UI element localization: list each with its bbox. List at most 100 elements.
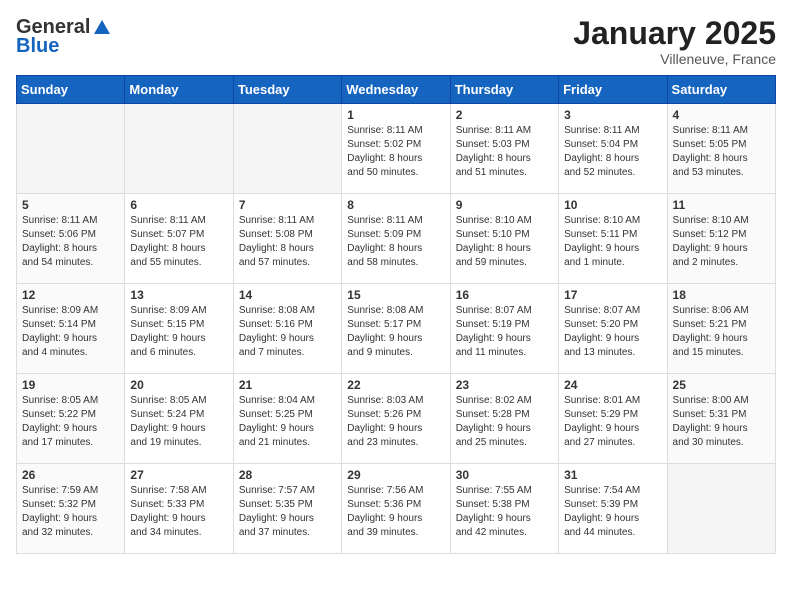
day-info: Sunrise: 7:56 AMSunset: 5:36 PMDaylight:… bbox=[347, 484, 444, 540]
weekday-header-friday: Friday bbox=[559, 76, 667, 104]
day-info: Sunrise: 7:57 AMSunset: 5:35 PMDaylight:… bbox=[239, 484, 336, 540]
weekday-header-row: SundayMondayTuesdayWednesdayThursdayFrid… bbox=[17, 76, 776, 104]
day-info: Sunrise: 7:59 AMSunset: 5:32 PMDaylight:… bbox=[22, 484, 119, 540]
day-number: 7 bbox=[239, 198, 336, 212]
day-number: 15 bbox=[347, 288, 444, 302]
calendar-cell: 14Sunrise: 8:08 AMSunset: 5:16 PMDayligh… bbox=[233, 284, 341, 374]
calendar-cell: 21 Sunrise: 8:04 AMSunset: 5:25 PMDayligh… bbox=[233, 374, 341, 464]
calendar-cell: 11 Sunrise: 8:10 AMSunset: 5:12 PMDayligh… bbox=[667, 194, 775, 284]
day-info: Sunrise: 8:06 AMSunset: 5:21 PMDaylight:… bbox=[673, 304, 770, 360]
calendar-cell: 10 Sunrise: 8:10 AMSunset: 5:11 PMDayligh… bbox=[559, 194, 667, 284]
day-info: Sunrise: 8:02 AMSunset: 5:28 PMDaylight:… bbox=[456, 394, 553, 450]
day-info: Sunrise: 8:08 AMSunset: 5:16 PMDaylight:… bbox=[239, 304, 336, 360]
weekday-header-saturday: Saturday bbox=[667, 76, 775, 104]
calendar-cell: 15 Sunrise: 8:08 AMSunset: 5:17 PMDayligh… bbox=[342, 284, 450, 374]
logo-blue-text: Blue bbox=[16, 35, 59, 58]
calendar-cell: 19 Sunrise: 8:05 AMSunset: 5:22 PMDayligh… bbox=[17, 374, 125, 464]
day-info: Sunrise: 8:04 AMSunset: 5:25 PMDaylight:… bbox=[239, 394, 336, 450]
day-info: Sunrise: 8:11 AMSunset: 5:04 PMDaylight:… bbox=[564, 124, 661, 180]
calendar-cell: 29 Sunrise: 7:56 AMSunset: 5:36 PMDayligh… bbox=[342, 464, 450, 554]
week-row-5: 26 Sunrise: 7:59 AMSunset: 5:32 PMDayligh… bbox=[17, 464, 776, 554]
day-info: Sunrise: 7:58 AMSunset: 5:33 PMDaylight:… bbox=[130, 484, 227, 540]
calendar-cell: 27 Sunrise: 7:58 AMSunset: 5:33 PMDayligh… bbox=[125, 464, 233, 554]
day-info: Sunrise: 8:11 AMSunset: 5:09 PMDaylight:… bbox=[347, 214, 444, 270]
calendar-cell bbox=[17, 104, 125, 194]
day-info: Sunrise: 8:01 AMSunset: 5:29 PMDaylight:… bbox=[564, 394, 661, 450]
week-row-4: 19 Sunrise: 8:05 AMSunset: 5:22 PMDayligh… bbox=[17, 374, 776, 464]
day-info: Sunrise: 8:10 AMSunset: 5:12 PMDaylight:… bbox=[673, 214, 770, 270]
day-number: 4 bbox=[673, 108, 770, 122]
calendar-cell: 28Sunrise: 7:57 AMSunset: 5:35 PMDayligh… bbox=[233, 464, 341, 554]
day-info: Sunrise: 8:11 AMSunset: 5:06 PMDaylight:… bbox=[22, 214, 119, 270]
calendar-cell: 2 Sunrise: 8:11 AMSunset: 5:03 PMDaylight… bbox=[450, 104, 558, 194]
calendar-cell: 1 Sunrise: 8:11 AMSunset: 5:02 PMDaylight… bbox=[342, 104, 450, 194]
calendar-table: SundayMondayTuesdayWednesdayThursdayFrid… bbox=[16, 75, 776, 554]
day-info: Sunrise: 7:54 AMSunset: 5:39 PMDaylight:… bbox=[564, 484, 661, 540]
calendar-cell: 16Sunrise: 8:07 AMSunset: 5:19 PMDayligh… bbox=[450, 284, 558, 374]
week-row-3: 12 Sunrise: 8:09 AMSunset: 5:14 PMDayligh… bbox=[17, 284, 776, 374]
day-number: 30 bbox=[456, 468, 553, 482]
weekday-header-thursday: Thursday bbox=[450, 76, 558, 104]
day-number: 9 bbox=[456, 198, 553, 212]
weekday-header-monday: Monday bbox=[125, 76, 233, 104]
day-info: Sunrise: 7:55 AMSunset: 5:38 PMDaylight:… bbox=[456, 484, 553, 540]
day-info: Sunrise: 8:08 AMSunset: 5:17 PMDaylight:… bbox=[347, 304, 444, 360]
calendar-cell: 9 Sunrise: 8:10 AMSunset: 5:10 PMDaylight… bbox=[450, 194, 558, 284]
calendar-cell: 26 Sunrise: 7:59 AMSunset: 5:32 PMDayligh… bbox=[17, 464, 125, 554]
calendar-cell: 31 Sunrise: 7:54 AMSunset: 5:39 PMDayligh… bbox=[559, 464, 667, 554]
calendar-cell: 13 Sunrise: 8:09 AMSunset: 5:15 PMDayligh… bbox=[125, 284, 233, 374]
day-info: Sunrise: 8:11 AMSunset: 5:02 PMDaylight:… bbox=[347, 124, 444, 180]
day-number: 26 bbox=[22, 468, 119, 482]
calendar-cell bbox=[233, 104, 341, 194]
day-number: 19 bbox=[22, 378, 119, 392]
calendar-cell: 20Sunrise: 8:05 AMSunset: 5:24 PMDayligh… bbox=[125, 374, 233, 464]
calendar-cell: 7 Sunrise: 8:11 AMSunset: 5:08 PMDaylight… bbox=[233, 194, 341, 284]
calendar-cell bbox=[667, 464, 775, 554]
calendar-cell: 12 Sunrise: 8:09 AMSunset: 5:14 PMDayligh… bbox=[17, 284, 125, 374]
day-info: Sunrise: 8:09 AMSunset: 5:14 PMDaylight:… bbox=[22, 304, 119, 360]
day-number: 13 bbox=[130, 288, 227, 302]
day-number: 1 bbox=[347, 108, 444, 122]
day-number: 5 bbox=[22, 198, 119, 212]
day-number: 29 bbox=[347, 468, 444, 482]
day-info: Sunrise: 8:11 AMSunset: 5:05 PMDaylight:… bbox=[673, 124, 770, 180]
day-info: Sunrise: 8:11 AMSunset: 5:07 PMDaylight:… bbox=[130, 214, 227, 270]
day-info: Sunrise: 8:03 AMSunset: 5:26 PMDaylight:… bbox=[347, 394, 444, 450]
weekday-header-sunday: Sunday bbox=[17, 76, 125, 104]
calendar-cell: 3Sunrise: 8:11 AMSunset: 5:04 PMDaylight… bbox=[559, 104, 667, 194]
day-number: 22 bbox=[347, 378, 444, 392]
day-number: 11 bbox=[673, 198, 770, 212]
day-number: 27 bbox=[130, 468, 227, 482]
weekday-header-wednesday: Wednesday bbox=[342, 76, 450, 104]
day-info: Sunrise: 8:05 AMSunset: 5:22 PMDaylight:… bbox=[22, 394, 119, 450]
calendar-cell: 25 Sunrise: 8:00 AMSunset: 5:31 PMDayligh… bbox=[667, 374, 775, 464]
page-header: General Blue January 2025 Villeneuve, Fr… bbox=[16, 16, 776, 67]
day-number: 6 bbox=[130, 198, 227, 212]
day-number: 12 bbox=[22, 288, 119, 302]
calendar-cell: 22 Sunrise: 8:03 AMSunset: 5:26 PMDayligh… bbox=[342, 374, 450, 464]
day-info: Sunrise: 8:09 AMSunset: 5:15 PMDaylight:… bbox=[130, 304, 227, 360]
day-info: Sunrise: 8:10 AMSunset: 5:11 PMDaylight:… bbox=[564, 214, 661, 270]
day-number: 8 bbox=[347, 198, 444, 212]
day-info: Sunrise: 8:00 AMSunset: 5:31 PMDaylight:… bbox=[673, 394, 770, 450]
calendar-cell: 23Sunrise: 8:02 AMSunset: 5:28 PMDayligh… bbox=[450, 374, 558, 464]
day-info: Sunrise: 8:07 AMSunset: 5:20 PMDaylight:… bbox=[564, 304, 661, 360]
day-number: 24 bbox=[564, 378, 661, 392]
day-info: Sunrise: 8:11 AMSunset: 5:08 PMDaylight:… bbox=[239, 214, 336, 270]
day-number: 16 bbox=[456, 288, 553, 302]
day-number: 31 bbox=[564, 468, 661, 482]
month-title: January 2025 bbox=[573, 16, 776, 51]
day-number: 10 bbox=[564, 198, 661, 212]
logo-icon bbox=[92, 18, 112, 38]
day-number: 2 bbox=[456, 108, 553, 122]
week-row-1: 1 Sunrise: 8:11 AMSunset: 5:02 PMDaylight… bbox=[17, 104, 776, 194]
day-number: 21 bbox=[239, 378, 336, 392]
day-info: Sunrise: 8:11 AMSunset: 5:03 PMDaylight:… bbox=[456, 124, 553, 180]
title-area: January 2025 Villeneuve, France bbox=[573, 16, 776, 67]
day-number: 17 bbox=[564, 288, 661, 302]
day-number: 25 bbox=[673, 378, 770, 392]
calendar-cell: 30 Sunrise: 7:55 AMSunset: 5:38 PMDayligh… bbox=[450, 464, 558, 554]
calendar-cell: 5 Sunrise: 8:11 AMSunset: 5:06 PMDaylight… bbox=[17, 194, 125, 284]
day-info: Sunrise: 8:10 AMSunset: 5:10 PMDaylight:… bbox=[456, 214, 553, 270]
calendar-cell: 18Sunrise: 8:06 AMSunset: 5:21 PMDayligh… bbox=[667, 284, 775, 374]
